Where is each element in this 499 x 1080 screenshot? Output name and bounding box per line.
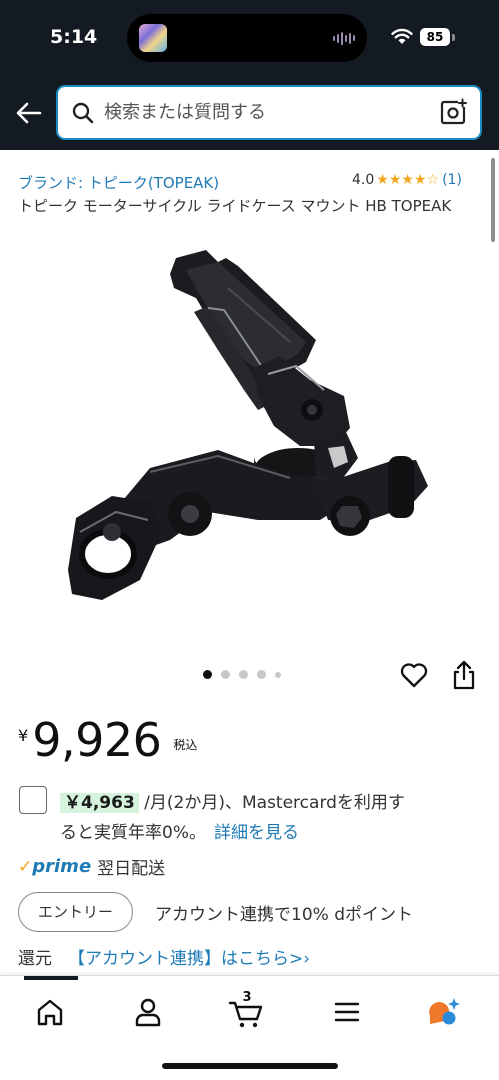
installment-text-line2: ると実質年率0%。 詳細を見る bbox=[60, 818, 299, 843]
tax-label: 税込 bbox=[173, 738, 198, 752]
heart-icon[interactable] bbox=[400, 662, 428, 688]
brand-link[interactable]: ブランド: トピーク(TOPEAK) bbox=[18, 172, 219, 193]
app-header bbox=[0, 76, 499, 150]
prime-logo: prime bbox=[32, 856, 92, 877]
dynamic-island[interactable] bbox=[127, 14, 367, 62]
star-icon: ★ bbox=[413, 172, 427, 188]
menu-icon bbox=[334, 1002, 360, 1022]
installment-text: ￥4,963 /月(2か月)、Mastercardを利用す bbox=[60, 788, 405, 813]
price-currency: ¥ bbox=[18, 726, 29, 745]
search-icon bbox=[72, 102, 94, 124]
share-icon[interactable] bbox=[452, 660, 476, 690]
now-playing-thumbnail bbox=[139, 24, 167, 52]
star-icon: ★ bbox=[388, 172, 402, 188]
installment-terms: /月(2か月)、Mastercardを利用す bbox=[138, 793, 405, 813]
nav-rufus[interactable] bbox=[424, 994, 464, 1030]
nav-cart[interactable]: 3 bbox=[226, 990, 266, 1030]
account-link[interactable]: 【アカウント連携】はこちら>› bbox=[68, 949, 310, 969]
product-title: トピーク モーターサイクル ライドケース マウント HB TOPEAK bbox=[18, 197, 452, 215]
account-icon bbox=[135, 998, 161, 1027]
nav-account[interactable] bbox=[128, 994, 168, 1030]
delivery-text: 翌日配送 bbox=[97, 859, 166, 879]
cart-count-badge: 3 bbox=[242, 990, 252, 1005]
camera-search-icon[interactable] bbox=[440, 98, 468, 126]
home-icon bbox=[37, 999, 63, 1026]
nav-home[interactable] bbox=[30, 994, 70, 1030]
rating-stars: ★ ★ ★ ★ ☆ bbox=[376, 173, 439, 187]
carousel-dot[interactable] bbox=[257, 670, 266, 679]
prime-check-icon: ✓ bbox=[18, 856, 33, 877]
nav-active-indicator bbox=[24, 976, 78, 980]
image-carousel-dots[interactable] bbox=[203, 670, 281, 679]
page-scrollbar[interactable] bbox=[491, 158, 495, 242]
wifi-icon bbox=[391, 28, 413, 44]
star-icon: ★ bbox=[376, 172, 389, 188]
installment-apr: ると実質年率0%。 bbox=[60, 823, 206, 843]
audio-waveform-icon bbox=[333, 31, 355, 45]
home-indicator[interactable] bbox=[162, 1063, 338, 1069]
product-rating[interactable]: 4.0 ★ ★ ★ ★ ☆ (1) bbox=[352, 172, 462, 188]
status-time: 5:14 bbox=[50, 26, 98, 48]
carousel-dot[interactable] bbox=[203, 670, 212, 679]
price-value: 9,926 bbox=[32, 713, 162, 767]
carousel-dot[interactable] bbox=[275, 671, 281, 678]
entry-promo-suffix: 還元 bbox=[18, 949, 52, 969]
star-icon: ★ bbox=[401, 172, 414, 188]
entry-button[interactable]: エントリー bbox=[18, 892, 133, 932]
entry-promo-text: アカウント連携で10% dポイント bbox=[155, 905, 413, 925]
carousel-dot[interactable] bbox=[239, 670, 248, 679]
battery-icon: 85 bbox=[420, 28, 450, 46]
installment-checkbox[interactable] bbox=[19, 786, 47, 814]
back-arrow-icon[interactable] bbox=[14, 98, 44, 128]
details-link[interactable]: 詳細を見る bbox=[214, 823, 299, 843]
nav-menu[interactable] bbox=[327, 994, 367, 1030]
rating-count: (1) bbox=[442, 172, 462, 188]
battery-tip bbox=[452, 34, 455, 41]
search-input[interactable] bbox=[104, 89, 424, 136]
rating-value: 4.0 bbox=[352, 172, 375, 188]
rufus-icon bbox=[429, 998, 460, 1025]
star-empty-icon: ☆ bbox=[426, 172, 440, 188]
price-block: ¥ 9,926 税込 bbox=[18, 712, 197, 768]
status-bar: 5:14 85 bbox=[0, 0, 499, 76]
entry-promo-line2: 還元 【アカウント連携】はこちら>› bbox=[18, 944, 310, 969]
installment-amount: ￥4,963 bbox=[60, 793, 139, 813]
product-image[interactable] bbox=[58, 250, 448, 620]
search-bar[interactable] bbox=[56, 85, 482, 140]
prime-delivery: ✓ prime 翌日配送 bbox=[18, 854, 165, 879]
carousel-dot[interactable] bbox=[221, 670, 230, 679]
